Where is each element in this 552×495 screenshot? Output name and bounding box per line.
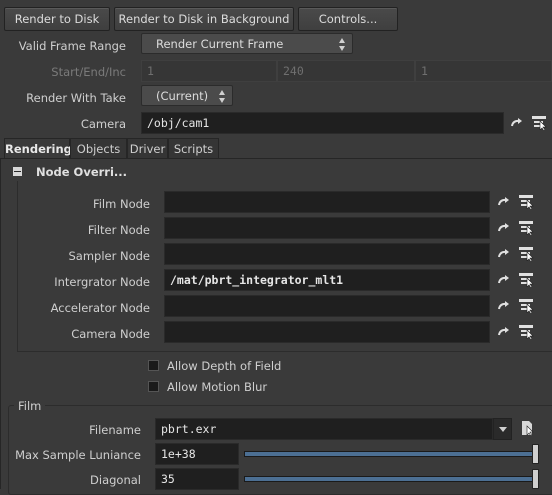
jump-arrow-icon[interactable] <box>496 298 512 314</box>
max-sample-slider-fill <box>245 452 535 456</box>
menu-spinner-icon <box>339 38 346 51</box>
render-with-take-value: (Current) <box>156 89 209 103</box>
override-row-label: Filter Node <box>87 223 150 237</box>
file-chooser-icon[interactable] <box>519 420 535 436</box>
override-row-field[interactable] <box>164 243 490 265</box>
node-chooser-icon[interactable] <box>518 323 534 339</box>
node-chooser-icon[interactable] <box>518 193 534 209</box>
jump-arrow-icon[interactable] <box>496 220 512 236</box>
allow-motion-blur-label: Allow Motion Blur <box>167 380 268 394</box>
camera-label: Camera <box>80 117 126 131</box>
diagonal-slider[interactable] <box>244 476 536 482</box>
valid-frame-range-menu[interactable]: Render Current Frame <box>141 33 353 54</box>
node-chooser-icon[interactable] <box>518 297 534 313</box>
valid-frame-range-label: Valid Frame Range <box>18 39 126 53</box>
tab-objects[interactable]: Objects <box>70 138 127 158</box>
allow-motion-blur-checkbox[interactable] <box>148 381 159 392</box>
override-row-label: Camera Node <box>71 327 150 341</box>
override-row-label: Intergrator Node <box>54 275 150 289</box>
controls-button[interactable]: Controls... <box>298 7 398 31</box>
diagonal-label: Diagonal <box>90 473 141 487</box>
render-to-disk-button[interactable]: Render to Disk <box>4 7 110 31</box>
collapse-toggle-icon[interactable] <box>13 167 22 176</box>
allow-dof-label: Allow Depth of Field <box>167 359 282 373</box>
render-with-take-label: Render With Take <box>26 91 126 105</box>
start-field: 1 <box>141 60 277 82</box>
tab-scripts[interactable]: Scripts <box>168 138 219 158</box>
tab-rendering[interactable]: Rendering <box>4 138 72 159</box>
max-sample-label: Max Sample Luniance <box>15 448 141 462</box>
override-row-field[interactable] <box>164 295 490 317</box>
diagonal-slider-fill <box>245 477 535 481</box>
allow-dof-checkbox[interactable] <box>148 360 159 371</box>
filename-label: Filename <box>89 423 141 437</box>
jump-arrow-icon[interactable] <box>496 194 512 210</box>
film-group-title: Film <box>14 399 46 413</box>
jump-arrow-icon[interactable] <box>496 272 512 288</box>
diagonal-slider-handle[interactable] <box>532 469 539 489</box>
jump-arrow-icon[interactable] <box>509 115 525 131</box>
override-row-label: Sampler Node <box>68 249 150 263</box>
jump-arrow-icon[interactable] <box>496 324 512 340</box>
start-end-inc-label: Start/End/Inc <box>51 65 126 79</box>
filename-dropdown[interactable] <box>493 418 512 440</box>
inc-field: 1 <box>415 60 552 82</box>
diagonal-field[interactable]: 35 <box>155 468 239 490</box>
override-row-field[interactable] <box>164 191 490 213</box>
tab-driver[interactable]: Driver <box>127 138 168 158</box>
override-row-field[interactable]: /mat/pbrt_integrator_mlt1 <box>164 269 490 291</box>
node-overrides-title: Node Overri... <box>36 165 128 179</box>
node-chooser-icon[interactable] <box>518 219 534 235</box>
max-sample-slider-handle[interactable] <box>532 444 539 464</box>
render-to-disk-background-button[interactable]: Render to Disk in Background <box>114 7 294 31</box>
render-with-take-menu[interactable]: (Current) <box>141 85 233 106</box>
node-chooser-icon[interactable] <box>531 114 547 130</box>
node-chooser-icon[interactable] <box>518 271 534 287</box>
menu-spinner-icon <box>219 90 226 103</box>
override-row-label: Film Node <box>92 197 150 211</box>
override-row-field[interactable] <box>164 321 490 343</box>
valid-frame-range-value: Render Current Frame <box>156 37 284 51</box>
camera-field[interactable]: /obj/cam1 <box>141 112 504 134</box>
max-sample-slider[interactable] <box>244 451 536 457</box>
jump-arrow-icon[interactable] <box>496 246 512 262</box>
folder-guide-line <box>17 351 552 352</box>
max-sample-field[interactable]: 1e+38 <box>155 443 239 465</box>
override-row-field[interactable] <box>164 217 490 239</box>
filename-field[interactable]: pbrt.exr <box>155 418 493 440</box>
override-row-label: Accelerator Node <box>50 301 150 315</box>
node-chooser-icon[interactable] <box>518 245 534 261</box>
end-field: 240 <box>277 60 415 82</box>
chevron-down-icon <box>499 427 507 432</box>
